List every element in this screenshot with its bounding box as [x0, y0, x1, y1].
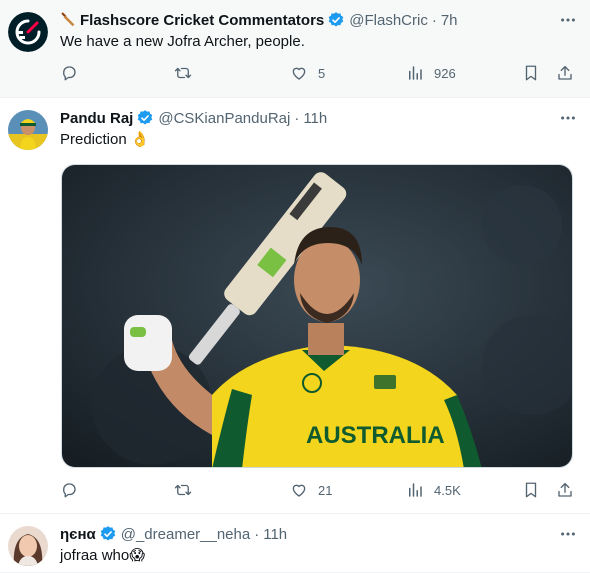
user-handle[interactable]: @CSKianPanduRaj [158, 110, 290, 127]
timestamp[interactable]: 7h [441, 12, 458, 29]
bat-icon [60, 11, 78, 29]
like-icon [292, 67, 306, 80]
verified-icon [100, 526, 116, 541]
separator-dot: · [431, 11, 437, 29]
cricketer-photo: AUSTRALIA [62, 165, 572, 467]
action-bar: 5 926 [60, 64, 576, 84]
display-name[interactable]: Pandu Raj [60, 110, 133, 127]
avatar[interactable] [8, 12, 48, 52]
bookmark-icon [525, 65, 537, 81]
display-name[interactable]: ηєнα [60, 526, 96, 543]
like-count: 5 [318, 65, 326, 81]
verified-icon [328, 12, 344, 27]
reply-button[interactable] [60, 481, 88, 499]
view-count: 4.5K [434, 482, 461, 498]
profile-photo [8, 526, 48, 566]
flashscore-logo-icon [8, 12, 48, 52]
reply-icon [63, 66, 76, 81]
view-count: 926 [434, 65, 456, 81]
avatar[interactable] [8, 110, 48, 150]
like-button[interactable]: 5 [290, 64, 325, 82]
tweet-photo[interactable]: AUSTRALIA [61, 164, 573, 468]
separator-dot: · [254, 525, 260, 543]
action-bar: 21 4.5K [60, 481, 576, 501]
user-handle[interactable]: @FlashCric [349, 12, 428, 29]
tweet[interactable]: Flashscore Cricket Commentators @FlashCr… [0, 0, 590, 98]
timestamp[interactable]: 11h [303, 110, 327, 127]
reply-icon [63, 483, 76, 498]
profile-photo [8, 110, 48, 150]
tweet[interactable]: Pandu Raj @CSKianPanduRaj · 11h Predicti… [0, 98, 590, 514]
display-name[interactable]: Flashscore Cricket Commentators [80, 12, 324, 29]
retweet-button[interactable] [174, 481, 202, 499]
more-icon[interactable] [558, 108, 578, 128]
views-icon [409, 66, 422, 80]
share-button[interactable] [556, 64, 574, 82]
bookmark-button[interactable] [522, 481, 540, 499]
jersey-text: AUSTRALIA [306, 422, 445, 449]
retweet-icon [174, 484, 192, 496]
tweet-text: We have a new Jofra Archer, people. [60, 33, 305, 50]
more-icon[interactable] [558, 10, 578, 30]
share-icon [558, 65, 572, 80]
retweet-icon [174, 67, 192, 79]
views-button[interactable]: 4.5K [406, 481, 461, 499]
tweet[interactable]: ηєнα @_dreamer__neha · 11h jofraa who😱 [0, 514, 590, 573]
like-count: 21 [318, 482, 333, 498]
tweet-header: Pandu Raj @CSKianPanduRaj · 11h [60, 108, 578, 128]
separator-dot: · [294, 109, 300, 127]
tweet-text: jofraa who😱 [60, 547, 145, 564]
share-button[interactable] [556, 481, 574, 499]
more-icon[interactable] [558, 524, 578, 544]
user-handle[interactable]: @_dreamer__neha [121, 526, 250, 543]
reply-button[interactable] [60, 64, 88, 82]
bookmark-icon [525, 482, 537, 498]
verified-icon [138, 110, 153, 125]
tweet-text: Prediction 👌 [60, 131, 150, 148]
tweet-header: ηєнα @_dreamer__neha · 11h [60, 524, 578, 544]
avatar[interactable] [8, 526, 48, 566]
tweet-header: Flashscore Cricket Commentators @FlashCr… [60, 10, 578, 30]
retweet-button[interactable] [174, 64, 202, 82]
timestamp[interactable]: 11h [263, 526, 287, 543]
like-button[interactable]: 21 [290, 481, 332, 499]
views-button[interactable]: 926 [406, 64, 456, 82]
bookmark-button[interactable] [522, 64, 540, 82]
share-icon [558, 482, 572, 497]
views-icon [409, 483, 422, 497]
like-icon [292, 484, 306, 497]
